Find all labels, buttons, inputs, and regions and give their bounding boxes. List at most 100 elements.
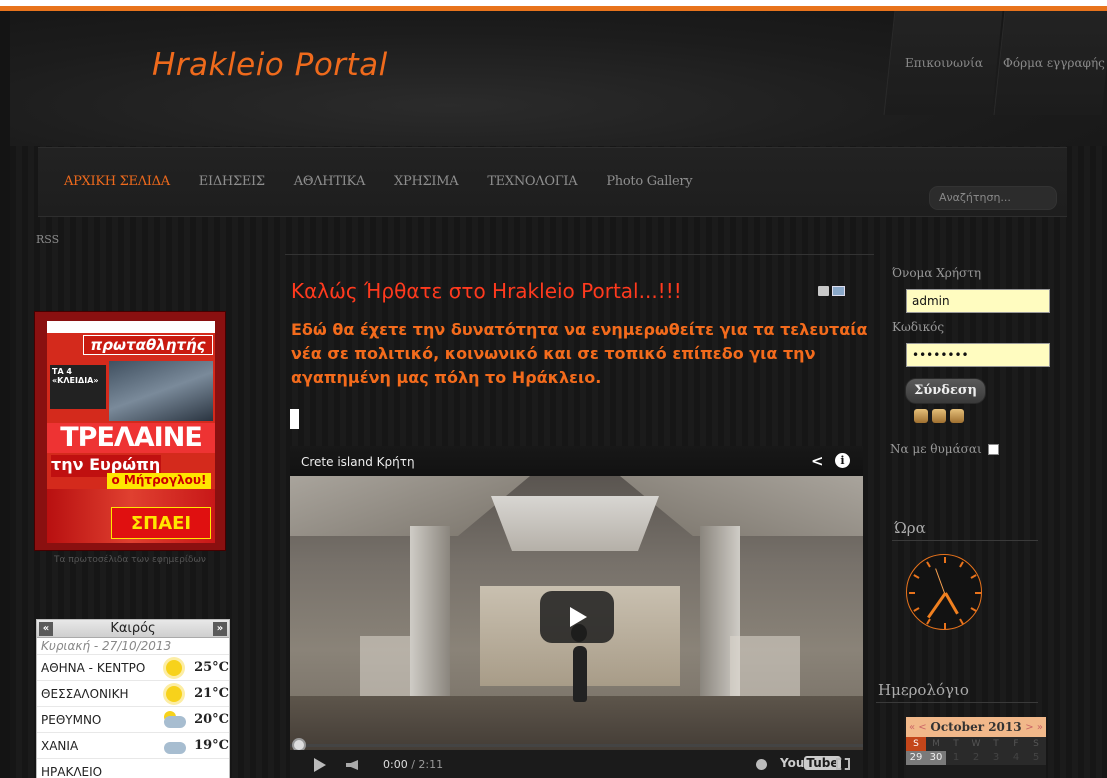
info-icon[interactable]: i bbox=[835, 453, 850, 468]
page: Hrakleio Portal Επικοινωνία Φόρμα εγγραφ… bbox=[10, 11, 1107, 778]
remember-me-label: Να με θυμάσαι bbox=[890, 442, 982, 456]
nav-menu: ΑΡΧΙΚΗ ΣΕΛΙΔΑ ΕΙΔΗΣΕΙΣ ΑΘΛΗΤΙΚΑ ΧΡΗΣΙΜΑ … bbox=[64, 174, 721, 189]
weather-row: ΘΕΣΣΑΛΟΝΙΚΗ 21°C bbox=[37, 680, 229, 706]
calendar-month: October 2013 bbox=[930, 720, 1022, 734]
fullscreen-icon[interactable] bbox=[836, 758, 850, 770]
clock-minute-hand bbox=[927, 592, 947, 619]
calendar-prev[interactable]: « < bbox=[909, 722, 927, 733]
forgot-username-icon[interactable] bbox=[932, 409, 946, 423]
username-label: Όνομα Χρήστη bbox=[892, 266, 982, 280]
weather-date: Κυριακή - 27/10/2013 bbox=[41, 639, 172, 653]
calendar-weekday: F bbox=[1013, 739, 1019, 749]
article-title: Καλώς Ήρθατε στο Hrakleio Portal...!!! bbox=[291, 279, 682, 303]
newspaper-subheadline-2: ο Μήτρογλου! bbox=[107, 473, 211, 489]
clock-second-hand bbox=[935, 568, 945, 594]
calendar-weekday: T bbox=[953, 739, 959, 749]
weather-row: ΗΡΑΚΛΕΙΟ bbox=[37, 758, 229, 778]
video-title-bar: Crete island Κρήτη < i bbox=[290, 446, 863, 476]
header: Hrakleio Portal Επικοινωνία Φόρμα εγγραφ… bbox=[10, 11, 1107, 146]
volume-icon[interactable] bbox=[346, 760, 358, 770]
clock-heading-line bbox=[892, 540, 1038, 541]
calendar-weekday: S bbox=[906, 737, 926, 751]
share-icon[interactable]: < bbox=[811, 452, 824, 470]
top-link-register[interactable]: Φόρμα εγγραφής bbox=[993, 11, 1107, 115]
remember-me-checkbox[interactable] bbox=[987, 443, 999, 455]
weather-city: ΗΡΑΚΛΕΙΟ bbox=[41, 764, 103, 778]
newspaper-caption[interactable]: Τα πρωτοσέλιδα των εφημερίδων bbox=[34, 555, 226, 565]
weather-row: ΑΘΗΝΑ - ΚΕΝΤΡΟ 25°C bbox=[37, 654, 229, 680]
text-cursor-block bbox=[290, 409, 299, 429]
login-button[interactable]: Σύνδεση bbox=[905, 378, 986, 404]
video-title[interactable]: Crete island Κρήτη bbox=[301, 455, 415, 469]
rss-link[interactable]: RSS bbox=[36, 233, 59, 246]
video-controls: 0:00 / 2:11 You Tube bbox=[290, 750, 863, 778]
calendar-heading-line bbox=[876, 702, 1038, 703]
video-time: 0:00 / 2:11 bbox=[383, 758, 443, 771]
weather-city: ΘΕΣΣΑΛΟΝΙΚΗ bbox=[41, 686, 129, 701]
weather-prev-button[interactable]: « bbox=[39, 621, 53, 636]
video-progress-bar[interactable] bbox=[290, 744, 863, 747]
nav-item-photo-gallery[interactable]: Photo Gallery bbox=[606, 174, 692, 189]
clock-hour-hand bbox=[944, 592, 959, 615]
weather-city: ΑΘΗΝΑ - ΚΕΝΤΡΟ bbox=[41, 660, 146, 675]
print-icon[interactable] bbox=[818, 286, 829, 296]
calendar-day[interactable]: 29 bbox=[906, 751, 926, 765]
email-icon[interactable] bbox=[832, 286, 845, 296]
sun-icon bbox=[160, 683, 190, 705]
search-input[interactable]: Αναζήτηση... bbox=[929, 186, 1057, 210]
partly-cloudy-icon bbox=[160, 709, 190, 731]
calendar-day[interactable]: 5 bbox=[1026, 751, 1046, 765]
youtube-logo[interactable]: You Tube bbox=[780, 756, 841, 770]
play-icon[interactable] bbox=[314, 758, 326, 772]
nav-item-home[interactable]: ΑΡΧΙΚΗ ΣΕΛΙΔΑ bbox=[64, 174, 170, 189]
nav-item-news[interactable]: ΕΙΔΗΣΕΙΣ bbox=[199, 174, 265, 189]
video-player[interactable]: Crete island Κρήτη < i 0:00 / 2:11 You Tu… bbox=[290, 446, 863, 778]
calendar-weekday: S bbox=[1033, 739, 1039, 749]
calendar-day[interactable]: 4 bbox=[1006, 751, 1026, 765]
calendar-header: « < October 2013 > » bbox=[906, 717, 1046, 737]
weather-title: Καιρός bbox=[110, 621, 156, 636]
video-play-button[interactable] bbox=[540, 591, 614, 643]
calendar-day[interactable]: 30 bbox=[926, 751, 946, 765]
nav-item-useful[interactable]: ΧΡΗΣΙΜΑ bbox=[394, 174, 459, 189]
weather-temp: 25°C bbox=[194, 660, 229, 675]
calendar-weekday: W bbox=[971, 739, 981, 749]
calendar-day[interactable]: 2 bbox=[966, 751, 986, 765]
create-account-icon[interactable] bbox=[950, 409, 964, 423]
analog-clock bbox=[906, 554, 982, 630]
watch-later-icon[interactable] bbox=[756, 759, 767, 770]
weather-row: ΡΕΘΥΜΝΟ 20°C bbox=[37, 706, 229, 732]
site-logo[interactable]: Hrakleio Portal bbox=[152, 47, 388, 83]
top-link-register-label: Φόρμα εγγραφής bbox=[1002, 56, 1105, 70]
calendar-widget: « < October 2013 > » S M T W T F S 29 30… bbox=[906, 717, 1046, 778]
newspaper-masthead: πρωταθλητής bbox=[83, 335, 213, 355]
weather-city: ΡΕΘΥΜΝΟ bbox=[41, 712, 102, 727]
main-nav: ΑΡΧΙΚΗ ΣΕΛΙΔΑ ΕΙΔΗΣΕΙΣ ΑΘΛΗΤΙΚΑ ΧΡΗΣΙΜΑ … bbox=[38, 147, 1067, 217]
article-body: Εδώ θα έχετε την δυνατότητα να ενημερωθε… bbox=[291, 320, 868, 387]
newspaper-top-strip bbox=[47, 321, 215, 333]
forgot-password-icon[interactable] bbox=[914, 409, 928, 423]
calendar-weekdays: S M T W T F S bbox=[906, 737, 1046, 751]
newspaper-image: πρωταθλητής ΤΑ 4 «ΚΛΕΙΔΙΑ» ΤΡΕΛΑΙΝΕ την … bbox=[47, 321, 215, 543]
top-link-contact[interactable]: Επικοινωνία bbox=[883, 11, 1003, 115]
username-field[interactable]: admin bbox=[906, 289, 1050, 313]
article-actions bbox=[818, 286, 845, 296]
weather-next-button[interactable]: » bbox=[213, 621, 227, 636]
weather-widget: « Καιρός » Κυριακή - 27/10/2013 ΑΘΗΝΑ - … bbox=[36, 619, 230, 778]
calendar-heading: Ημερολόγιο bbox=[878, 681, 969, 699]
login-links bbox=[914, 409, 964, 423]
nav-item-technology[interactable]: ΤΕΧΝΟΛΟΓΙΑ bbox=[487, 174, 577, 189]
newspaper-frontpage[interactable]: πρωταθλητής ΤΑ 4 «ΚΛΕΙΔΙΑ» ΤΡΕΛΑΙΝΕ την … bbox=[34, 311, 226, 551]
calendar-day[interactable]: 3 bbox=[986, 751, 1006, 765]
calendar-next[interactable]: > » bbox=[1025, 722, 1043, 733]
sun-icon bbox=[160, 657, 190, 679]
weather-temp: 19°C bbox=[194, 738, 229, 753]
calendar-weekday: T bbox=[993, 739, 999, 749]
remember-me[interactable]: Να με θυμάσαι bbox=[890, 442, 999, 456]
content-divider bbox=[285, 254, 874, 255]
video-time-current: 0:00 bbox=[383, 758, 408, 771]
top-border bbox=[0, 0, 1107, 11]
password-field[interactable]: •••••••• bbox=[906, 343, 1050, 367]
nav-item-sports[interactable]: ΑΘΛΗΤΙΚΑ bbox=[294, 174, 366, 189]
calendar-day[interactable]: 1 bbox=[946, 751, 966, 765]
